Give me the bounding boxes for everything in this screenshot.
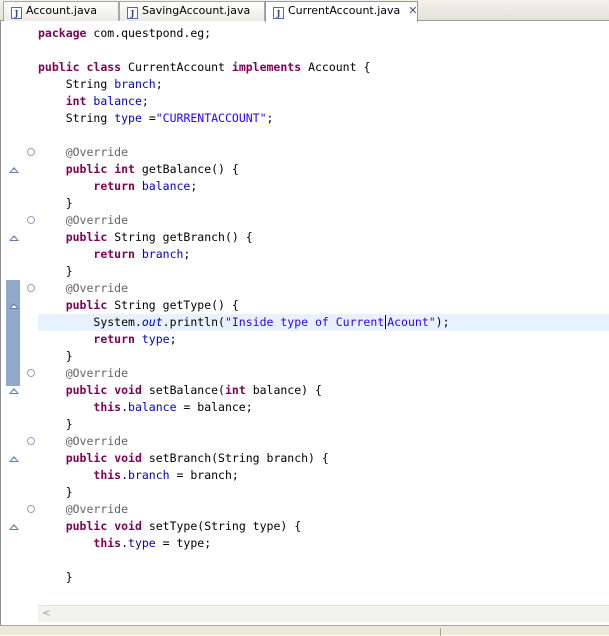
code-line: this.branch = branch; bbox=[93, 468, 239, 482]
code-line: @Override bbox=[65, 502, 129, 516]
code-line: String type ="CURRENTACCOUNT"; bbox=[65, 111, 274, 125]
code-line: } bbox=[65, 349, 73, 363]
fold-collapse-icon[interactable] bbox=[27, 284, 35, 292]
java-file-icon: J bbox=[127, 7, 138, 19]
tab-label: Account.java bbox=[26, 4, 97, 17]
override-indicator-icon[interactable] bbox=[9, 524, 19, 530]
folding-ruler bbox=[22, 21, 38, 605]
java-file-icon: J bbox=[273, 7, 284, 19]
java-editor[interactable]: package com.questpond.eg; public class C… bbox=[0, 21, 609, 625]
override-indicator-icon[interactable] bbox=[9, 235, 19, 241]
code-line: int balance; bbox=[65, 94, 149, 108]
code-line: public class CurrentAccount implements A… bbox=[38, 60, 371, 74]
tab-label: SavingAccount.java bbox=[142, 4, 251, 17]
tab-label: CurrentAccount.java bbox=[288, 4, 401, 17]
tab-account-java[interactable]: J Account.java bbox=[3, 1, 119, 21]
code-line: return branch; bbox=[93, 247, 191, 261]
override-markers bbox=[2, 21, 22, 605]
java-file-icon: J bbox=[11, 7, 22, 19]
code-line: } bbox=[65, 264, 73, 278]
scroll-left-arrow-icon[interactable]: < bbox=[38, 606, 55, 622]
code-line: } bbox=[65, 570, 73, 584]
fold-collapse-icon[interactable] bbox=[27, 369, 35, 377]
code-line: package com.questpond.eg; bbox=[38, 26, 212, 40]
code-line: } bbox=[65, 196, 73, 210]
code-line: String branch; bbox=[65, 77, 163, 91]
override-indicator-icon[interactable] bbox=[9, 456, 19, 462]
code-line: public void setBranch(String branch) { bbox=[65, 451, 329, 465]
code-line: return type; bbox=[93, 332, 177, 346]
override-indicator-icon[interactable] bbox=[9, 167, 19, 173]
code-line: this.type = type; bbox=[93, 536, 212, 550]
code-line: public String getBranch() { bbox=[65, 230, 253, 244]
override-indicator-icon[interactable] bbox=[9, 303, 19, 309]
code-line: @Override bbox=[65, 281, 129, 295]
tab-currentaccount-java[interactable]: J CurrentAccount.java ✕ bbox=[265, 1, 418, 22]
code-line: public void setType(String type) { bbox=[65, 519, 302, 533]
code-line: @Override bbox=[65, 434, 129, 448]
code-text-area[interactable]: package com.questpond.eg; public class C… bbox=[38, 25, 609, 586]
code-line: @Override bbox=[65, 145, 129, 159]
tab-savingaccount-java[interactable]: J SavingAccount.java bbox=[119, 1, 265, 21]
horizontal-scrollbar[interactable]: < bbox=[38, 605, 609, 622]
code-line: return balance; bbox=[93, 179, 198, 193]
code-line: @Override bbox=[65, 213, 129, 227]
code-line: public int getBalance() { bbox=[65, 162, 239, 176]
code-line: public String getType() { bbox=[65, 298, 239, 312]
current-code-line: System.out.println("Inside type of Curre… bbox=[38, 314, 609, 331]
fold-collapse-icon[interactable] bbox=[27, 505, 35, 513]
code-line: @Override bbox=[65, 366, 129, 380]
editor-tab-bar: J Account.java J SavingAccount.java J Curre… bbox=[0, 0, 609, 22]
close-icon[interactable]: ✕ bbox=[408, 2, 417, 20]
fold-collapse-icon[interactable] bbox=[27, 437, 35, 445]
code-line: } bbox=[65, 485, 73, 499]
status-bar bbox=[0, 625, 609, 636]
fold-collapse-icon[interactable] bbox=[27, 148, 35, 156]
override-indicator-icon[interactable] bbox=[9, 388, 19, 394]
code-line: public void setBalance(int balance) { bbox=[65, 383, 322, 397]
fold-collapse-icon[interactable] bbox=[27, 216, 35, 224]
code-line: this.balance = balance; bbox=[93, 400, 253, 414]
code-line: } bbox=[65, 417, 73, 431]
